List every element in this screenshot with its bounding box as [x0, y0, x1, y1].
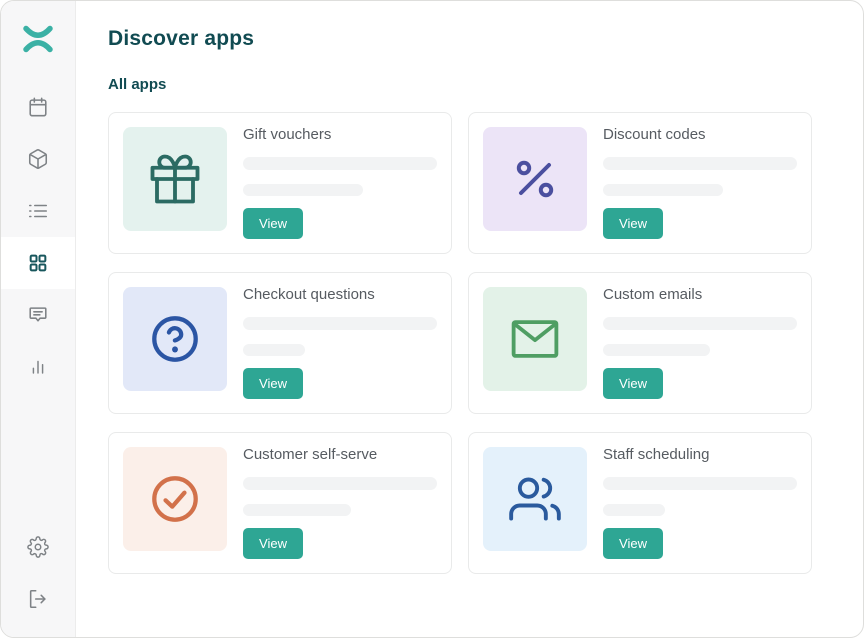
skeleton-bar [603, 157, 797, 170]
page-title: Discover apps [108, 27, 863, 51]
app-card-body: Discount codes View [603, 127, 797, 239]
app-icon-tile [123, 447, 227, 551]
users-icon [509, 473, 561, 525]
percent-icon [511, 155, 559, 203]
apps-grid-icon [28, 253, 48, 273]
app-card: Customer self-serve View [108, 432, 452, 574]
app-card-title: Checkout questions [243, 287, 437, 303]
gift-icon [148, 152, 202, 206]
app-card-title: Discount codes [603, 127, 797, 143]
settings-icon [27, 536, 49, 558]
sidebar-item-bar-chart[interactable] [1, 341, 75, 393]
app-card-body: Gift vouchers View [243, 127, 437, 239]
sidebar-nav [1, 81, 75, 393]
skeleton-bar [603, 344, 710, 357]
app-icon-tile [483, 447, 587, 551]
view-button[interactable]: View [603, 368, 663, 399]
skeleton-bar [243, 504, 351, 517]
apps-grid: Gift vouchers View Discount codes View C… [108, 112, 863, 574]
app-card-body: Custom emails View [603, 287, 797, 399]
app-card-title: Staff scheduling [603, 447, 797, 463]
sidebar-item-list[interactable] [1, 185, 75, 237]
sidebar-item-calendar[interactable] [1, 81, 75, 133]
app-window: Discover apps All apps Gift vouchers Vie… [0, 0, 864, 638]
skeleton-bar [603, 504, 665, 517]
calendar-icon [27, 96, 49, 118]
app-card-title: Gift vouchers [243, 127, 437, 143]
view-button[interactable]: View [603, 528, 663, 559]
app-icon-tile [123, 127, 227, 231]
sidebar-item-chat[interactable] [1, 289, 75, 341]
skeleton-bar [243, 184, 363, 197]
app-card: Staff scheduling View [468, 432, 812, 574]
app-icon-tile [483, 127, 587, 231]
app-card-body: Customer self-serve View [243, 447, 437, 559]
app-icon-tile [483, 287, 587, 391]
chat-icon [27, 304, 49, 326]
skeleton-bar [243, 157, 437, 170]
skeleton-bar [243, 344, 305, 357]
sidebar-footer-nav [1, 521, 75, 637]
section-label: All apps [108, 76, 863, 93]
view-button[interactable]: View [243, 528, 303, 559]
skeleton-bar [603, 317, 797, 330]
app-card: Custom emails View [468, 272, 812, 414]
sidebar-item-package[interactable] [1, 133, 75, 185]
list-icon [27, 200, 49, 222]
skeleton-bar [243, 477, 437, 490]
app-card-title: Custom emails [603, 287, 797, 303]
skeleton-bar [243, 317, 437, 330]
logout-icon [27, 588, 49, 610]
bar-chart-icon [27, 356, 49, 378]
sidebar-item-apps-grid[interactable] [1, 237, 75, 289]
sidebar-item-logout[interactable] [1, 573, 75, 625]
app-card-body: Staff scheduling View [603, 447, 797, 559]
brand-logo-icon [22, 23, 54, 60]
main-content: Discover apps All apps Gift vouchers Vie… [76, 1, 863, 637]
sidebar [1, 1, 76, 637]
view-button[interactable]: View [243, 368, 303, 399]
app-icon-tile [123, 287, 227, 391]
package-icon [27, 148, 49, 170]
skeleton-bar [603, 184, 723, 197]
envelope-icon [508, 312, 562, 366]
app-card: Discount codes View [468, 112, 812, 254]
sidebar-item-settings[interactable] [1, 521, 75, 573]
view-button[interactable]: View [243, 208, 303, 239]
check-circle-icon [148, 472, 202, 526]
skeleton-bar [603, 477, 797, 490]
brand-logo-icon[interactable] [1, 23, 75, 59]
app-card: Checkout questions View [108, 272, 452, 414]
view-button[interactable]: View [603, 208, 663, 239]
app-card-title: Customer self-serve [243, 447, 437, 463]
app-card: Gift vouchers View [108, 112, 452, 254]
app-card-body: Checkout questions View [243, 287, 437, 399]
question-circle-icon [148, 312, 202, 366]
